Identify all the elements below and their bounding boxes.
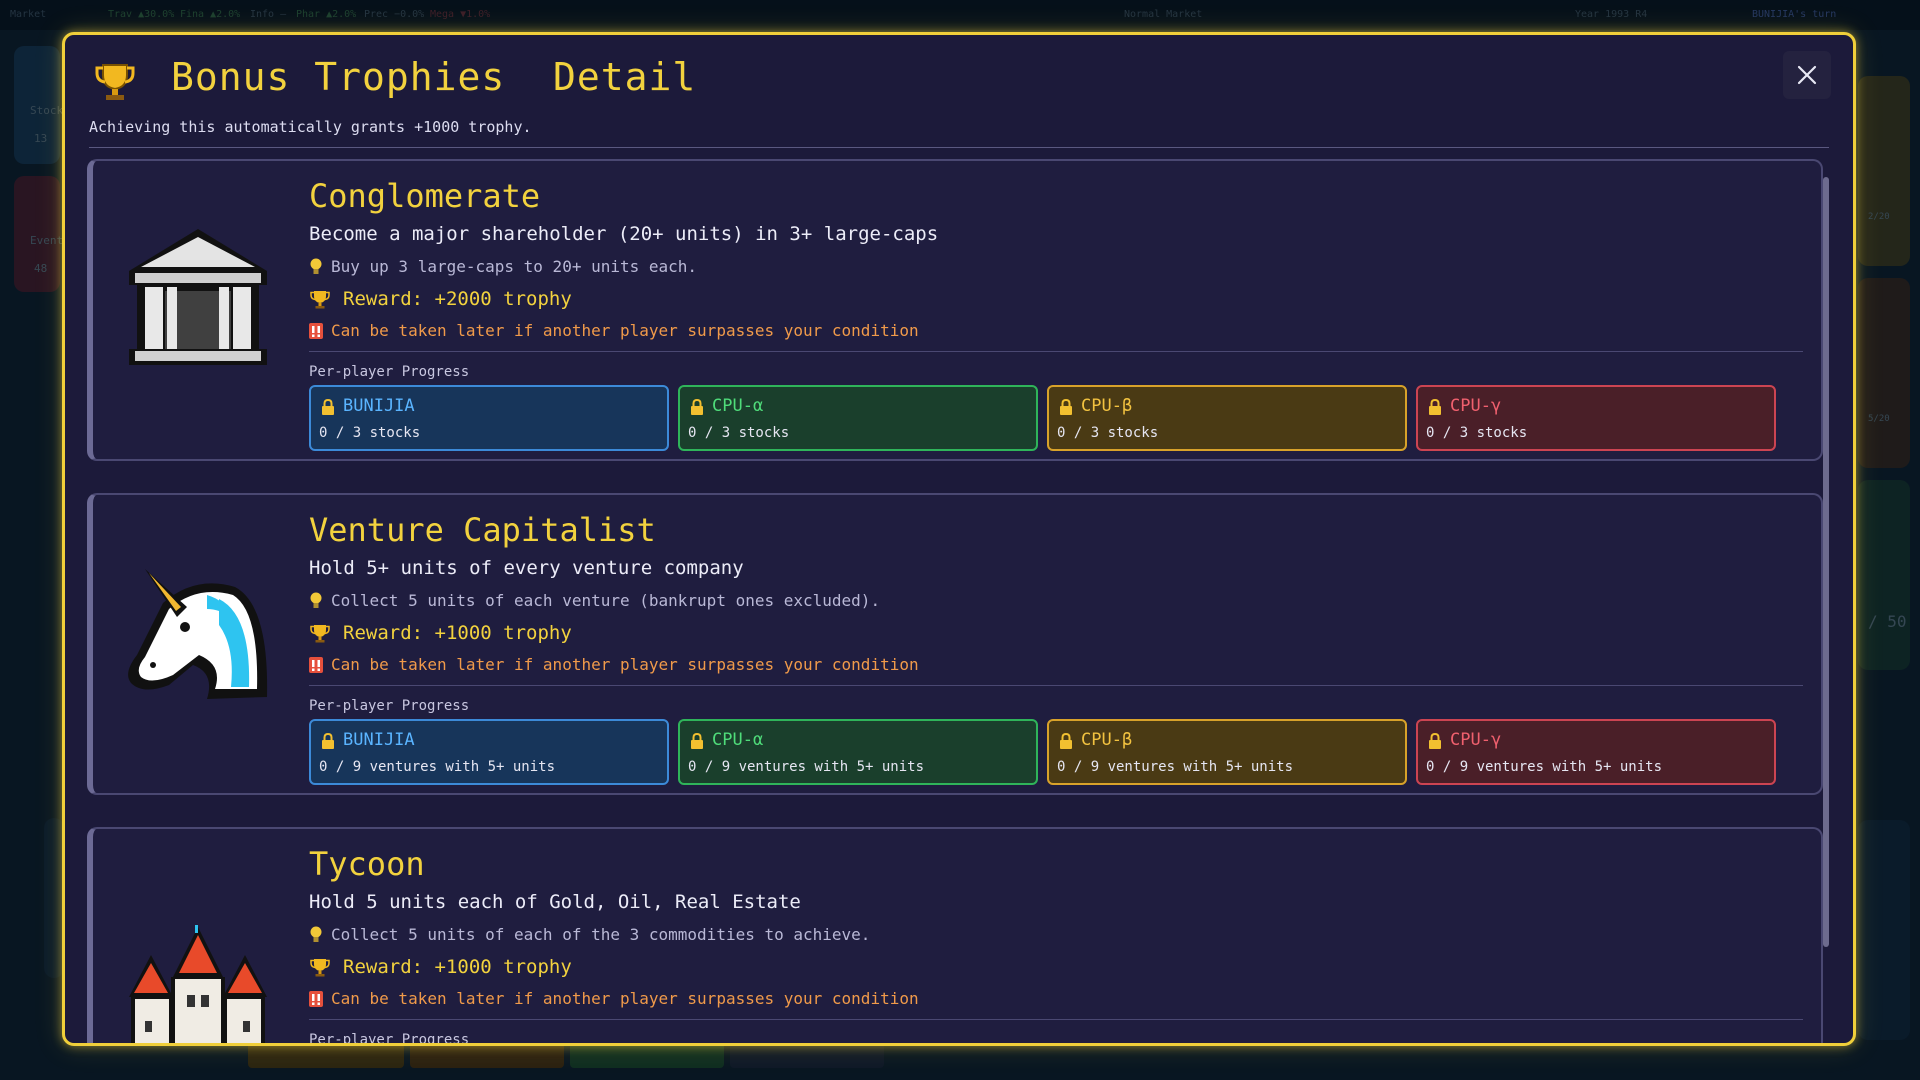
player-progress-bunijia: BUNIJIA 0 / 9 ventures with 5+ units [309, 719, 669, 785]
lightbulb-icon [309, 592, 323, 610]
card-divider [309, 1019, 1803, 1020]
trophy-hint: Buy up 3 large-caps to 20+ units each. [309, 257, 697, 276]
trophy-description: Hold 5+ units of every venture company [309, 557, 744, 579]
trophy-hint: Collect 5 units of each of the 3 commodi… [309, 925, 870, 944]
modal-header: Bonus Trophies Detail Achieving this aut… [65, 35, 1853, 151]
trophy-icon [309, 956, 331, 978]
card-divider [309, 685, 1803, 686]
player-name: CPU-γ [1450, 396, 1502, 416]
trophy-warning: Can be taken later if another player sur… [309, 321, 919, 340]
player-progress-text: 0 / 3 stocks [1057, 425, 1159, 441]
trophy-warning: Can be taken later if another player sur… [309, 655, 919, 674]
player-progress-text: 0 / 9 ventures with 5+ units [1426, 759, 1663, 775]
header-divider [89, 147, 1829, 148]
trophy-card-conglomerate: Conglomerate Become a major shareholder … [87, 159, 1823, 461]
player-progress-bunijia: BUNIJIA 0 / 3 stocks [309, 385, 669, 451]
lock-icon [321, 398, 335, 419]
trophy-icon [93, 59, 137, 107]
player-progress-cpu-beta: CPU-β 0 / 9 ventures with 5+ units [1047, 719, 1407, 785]
player-name: CPU-γ [1450, 730, 1502, 750]
player-name: CPU-β [1081, 396, 1133, 416]
player-progress-text: 0 / 9 ventures with 5+ units [688, 759, 925, 775]
player-name: CPU-α [712, 730, 764, 750]
scrollbar[interactable] [1823, 177, 1829, 947]
trophy-hint: Collect 5 units of each venture (bankrup… [309, 591, 880, 610]
trophy-hint-text: Collect 5 units of each of the 3 commodi… [331, 925, 871, 944]
player-progress-text: 0 / 9 ventures with 5+ units [319, 759, 556, 775]
exclamation-icon [309, 990, 323, 1007]
player-progress-text: 0 / 9 ventures with 5+ units [1057, 759, 1294, 775]
player-name: CPU-β [1081, 730, 1133, 750]
lock-icon [1428, 732, 1442, 753]
trophy-reward-text: Reward: +1000 trophy [343, 622, 572, 644]
exclamation-icon [309, 322, 323, 339]
trophy-reward-text: Reward: +2000 trophy [343, 288, 572, 310]
trophy-warning-text: Can be taken later if another player sur… [331, 321, 919, 340]
lightbulb-icon [309, 926, 323, 944]
trophy-description: Become a major shareholder (20+ units) i… [309, 223, 939, 245]
close-icon [1797, 65, 1817, 85]
lock-icon [690, 398, 704, 419]
unicorn-icon [123, 555, 273, 705]
player-progress-cpu-gamma: CPU-γ 0 / 3 stocks [1416, 385, 1776, 451]
modal-title: Bonus Trophies Detail [171, 55, 697, 99]
progress-label: Per-player Progress [309, 364, 470, 380]
trophy-warning-text: Can be taken later if another player sur… [331, 989, 919, 1008]
player-progress-cpu-beta: CPU-β 0 / 3 stocks [1047, 385, 1407, 451]
lock-icon [690, 732, 704, 753]
trophy-hint-text: Buy up 3 large-caps to 20+ units each. [331, 257, 698, 276]
trophy-card-tycoon: Tycoon Hold 5 units each of Gold, Oil, R… [87, 827, 1823, 1046]
trophy-list[interactable]: Conglomerate Become a major shareholder … [87, 159, 1832, 1046]
player-progress-cpu-gamma: CPU-γ 0 / 9 ventures with 5+ units [1416, 719, 1776, 785]
trophy-warning: Can be taken later if another player sur… [309, 989, 919, 1008]
progress-label: Per-player Progress [309, 1032, 470, 1046]
lightbulb-icon [309, 258, 323, 276]
trophy-hint-text: Collect 5 units of each venture (bankrup… [331, 591, 881, 610]
player-progress-text: 0 / 3 stocks [1426, 425, 1528, 441]
trophy-reward: Reward: +1000 trophy [309, 622, 572, 644]
trophy-description: Hold 5 units each of Gold, Oil, Real Est… [309, 891, 801, 913]
trophy-reward-text: Reward: +1000 trophy [343, 956, 572, 978]
castle-icon [123, 925, 273, 1043]
trophy-card-venture-capitalist: Venture Capitalist Hold 5+ units of ever… [87, 493, 1823, 795]
progress-label: Per-player Progress [309, 698, 470, 714]
player-progress-list: BUNIJIA 0 / 3 stocks CPU-α 0 / 3 stocks … [309, 385, 1776, 451]
bank-building-icon [123, 221, 273, 371]
trophy-reward: Reward: +2000 trophy [309, 288, 572, 310]
trophy-title: Tycoon [309, 845, 425, 883]
lock-icon [1428, 398, 1442, 419]
card-divider [309, 351, 1803, 352]
player-progress-list: BUNIJIA 0 / 9 ventures with 5+ units CPU… [309, 719, 1776, 785]
trophy-warning-text: Can be taken later if another player sur… [331, 655, 919, 674]
player-progress-text: 0 / 3 stocks [319, 425, 421, 441]
lock-icon [1059, 398, 1073, 419]
lock-icon [1059, 732, 1073, 753]
modal-subtitle: Achieving this automatically grants +100… [89, 118, 532, 136]
player-name: CPU-α [712, 396, 764, 416]
trophy-title: Conglomerate [309, 177, 541, 215]
trophy-icon [309, 288, 331, 310]
bonus-trophies-modal: Bonus Trophies Detail Achieving this aut… [62, 32, 1856, 1046]
trophy-reward: Reward: +1000 trophy [309, 956, 572, 978]
trophy-icon [309, 622, 331, 644]
trophy-title: Venture Capitalist [309, 511, 656, 549]
close-button[interactable] [1783, 51, 1831, 99]
player-name: BUNIJIA [343, 396, 415, 416]
player-progress-cpu-alpha: CPU-α 0 / 9 ventures with 5+ units [678, 719, 1038, 785]
player-name: BUNIJIA [343, 730, 415, 750]
lock-icon [321, 732, 335, 753]
player-progress-cpu-alpha: CPU-α 0 / 3 stocks [678, 385, 1038, 451]
exclamation-icon [309, 656, 323, 673]
player-progress-text: 0 / 3 stocks [688, 425, 790, 441]
